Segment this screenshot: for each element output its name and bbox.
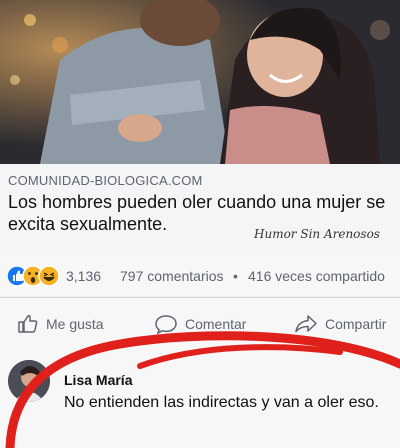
article-image[interactable] <box>0 0 400 164</box>
separator-dot: • <box>233 268 238 284</box>
comment-author[interactable]: Lisa María <box>64 372 382 388</box>
source-domain: COMUNIDAD-BIOLOGICA.COM <box>8 173 203 188</box>
thumbs-up-icon <box>18 314 38 333</box>
comment-text: No entienden las indirectas y van a oler… <box>64 394 379 411</box>
action-bar: Me gusta Comentar Compartir <box>0 298 400 350</box>
comment-bubble: Lisa María No entienden las indirectas y… <box>64 360 382 413</box>
avatar[interactable] <box>8 360 50 402</box>
share-label: Compartir <box>325 316 387 332</box>
comment-button[interactable]: Comentar <box>154 315 247 335</box>
share-icon <box>295 315 317 333</box>
shares-count[interactable]: 416 veces compartido <box>248 268 385 284</box>
comments-count[interactable]: 797 comentarios <box>120 268 224 284</box>
like-label: Me gusta <box>46 316 104 332</box>
reaction-count[interactable]: 3,136 <box>66 268 101 284</box>
comment-item: Lisa María No entienden las indirectas y… <box>0 350 400 448</box>
reactions-bar: 3,136 797 comentarios • 416 veces compar… <box>0 256 400 296</box>
couple-photo <box>0 0 400 164</box>
comment-icon <box>155 315 177 335</box>
watermark-text: Humor Sin Arenosos <box>254 227 380 241</box>
comment-label: Comentar <box>185 316 247 332</box>
link-preview[interactable]: COMUNIDAD-BIOLOGICA.COM Los hombres pued… <box>0 164 400 256</box>
haha-reaction-icon <box>38 265 60 287</box>
like-button[interactable]: Me gusta <box>16 314 104 333</box>
reaction-icons[interactable] <box>6 265 66 287</box>
share-button[interactable]: Compartir <box>294 315 387 333</box>
